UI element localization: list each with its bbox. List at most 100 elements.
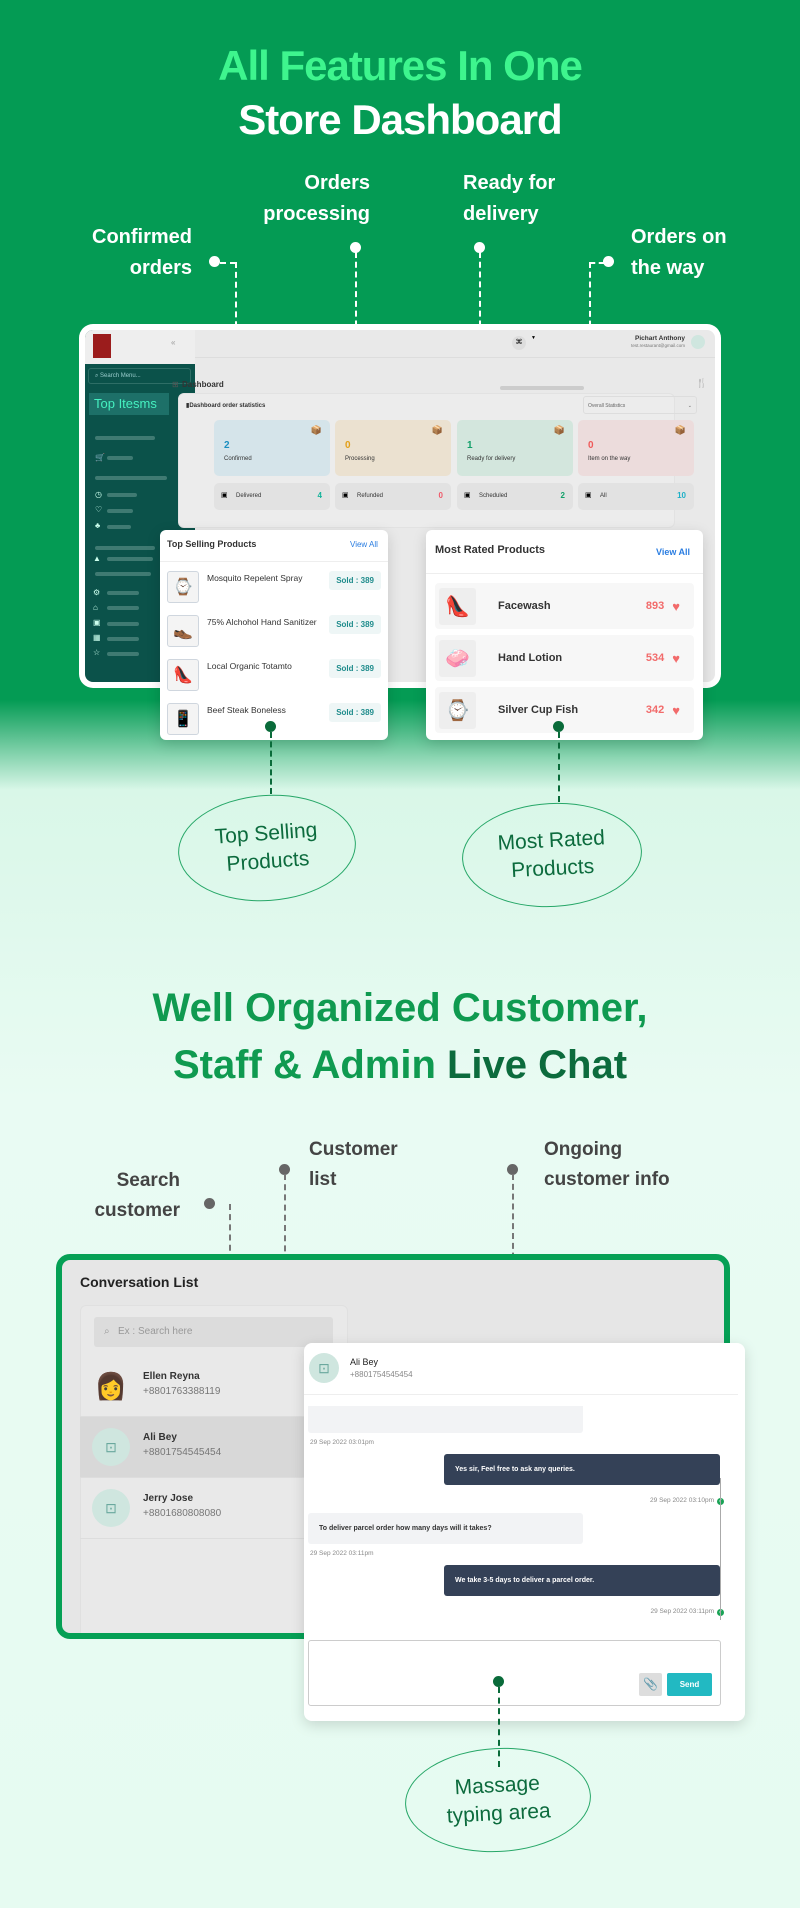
heart-icon: ♥ — [672, 650, 680, 666]
store-logo — [93, 334, 111, 358]
sidebar-item[interactable] — [107, 637, 139, 641]
stat-row[interactable]: ▣ Delivered 4 — [214, 483, 330, 510]
statistics-filter-select[interactable]: Overall Statistics ⌄ — [583, 396, 697, 414]
most-rated-item[interactable]: ⌚ Silver Cup Fish 342 ♥ — [435, 687, 694, 733]
stat-row[interactable]: ▣ All 10 — [578, 483, 694, 510]
sidebar-item[interactable] — [107, 652, 139, 656]
message-time: 29 Sep 2022 03:10pm — [650, 1497, 714, 1504]
sidebar-item[interactable] — [107, 525, 131, 529]
most-rated-title: Most Rated Products — [435, 544, 546, 556]
top-selling-item[interactable]: ⌚ Mosquito Repelent Spray Sold : 389 — [167, 571, 381, 615]
product-name: Mosquito Repelent Spray — [207, 573, 303, 583]
callout-dot — [553, 721, 564, 732]
stat-row-label: Delivered — [236, 493, 262, 499]
stat-row-icon: ▣ — [585, 492, 592, 499]
rating-count: 893 — [645, 600, 665, 612]
stat-value: 0 — [345, 440, 351, 451]
stat-row-icon: ▣ — [464, 492, 471, 499]
most-rated-item[interactable]: 👠 Facewash 893 ♥ — [435, 583, 694, 629]
contact-avatar: 👩 — [94, 1370, 128, 1401]
callout-confirmed: Confirmed orders — [92, 226, 192, 279]
stat-row-value: 4 — [317, 491, 322, 500]
page-title: Dashboard — [182, 380, 224, 389]
rating-count: 342 — [645, 704, 665, 716]
stat-row-value: 0 — [438, 491, 443, 500]
stat-card[interactable]: 0 Processing 📦 — [335, 420, 451, 476]
attachment-icon[interactable]: 📎 — [639, 1673, 662, 1696]
callout-dot — [209, 256, 220, 267]
clock-icon: ◷ — [95, 490, 102, 499]
stat-icon: 📦 — [553, 425, 565, 435]
title-part: Staff & Admin — [172, 1043, 447, 1087]
stat-card[interactable]: 0 Item on the way 📦 — [578, 420, 694, 476]
typing-area-label: Massage typing area — [402, 1743, 594, 1857]
conversation-list-title: Conversation List — [80, 1274, 199, 1290]
sidebar-item[interactable] — [107, 493, 137, 497]
top-selling-item[interactable]: 👠 Local Organic Totamto Sold : 389 — [167, 659, 381, 703]
callout-line — [590, 262, 604, 264]
calendar-icon: ▦ — [93, 633, 101, 642]
stat-row-icon: ▣ — [221, 492, 228, 499]
section2-title-line-1: Well Organized Customer, — [152, 986, 648, 1030]
top-selling-label: Top Selling Products — [174, 788, 360, 908]
most-rated-label: Most Rated Products — [459, 798, 645, 912]
collapse-sidebar-icon[interactable]: « — [171, 338, 175, 347]
stat-value: 2 — [224, 440, 230, 451]
stat-card[interactable]: 1 Ready for delivery 📦 — [457, 420, 573, 476]
phone-case-thumbnail: 📱 — [167, 703, 199, 735]
product-name: Facewash — [498, 600, 551, 612]
title-line-1: All Features In One — [218, 42, 583, 89]
sidebar-item[interactable] — [107, 606, 139, 610]
cart-icon: 🛒 — [95, 453, 105, 462]
home-icon: ⌂ — [93, 603, 98, 612]
heel-thumbnail: 👠 — [439, 587, 476, 625]
stat-row-label: All — [600, 493, 607, 499]
star-icon: ☆ — [93, 648, 101, 657]
sidebar-item[interactable] — [107, 622, 139, 626]
stat-value: 0 — [588, 440, 594, 451]
contact-name: Ali Bey — [143, 1432, 177, 1443]
stat-card[interactable]: 2 Confirmed 📦 — [214, 420, 330, 476]
stat-row[interactable]: ▣ Refunded 0 — [335, 483, 451, 510]
most-rated-view-all-link[interactable]: View All — [656, 547, 690, 557]
sold-badge: Sold : 389 — [329, 571, 381, 590]
stat-row-label: Refunded — [357, 493, 384, 499]
received-message: To deliver parcel order how many days wi… — [308, 1513, 583, 1544]
shoe-thumbnail: 👞 — [167, 615, 199, 647]
callout-dot — [493, 1676, 504, 1687]
most-rated-label-text: Most Rated Products — [497, 826, 606, 883]
stat-label: Item on the way — [588, 456, 631, 462]
stat-row[interactable]: ▣ Scheduled 2 — [457, 483, 573, 510]
user-avatar[interactable] — [691, 335, 705, 349]
top-selling-item[interactable]: 👞 75% Alchohol Hand Sanitizer Sold : 389 — [167, 615, 381, 659]
location-icon: ♡ — [95, 505, 103, 514]
section2-title-line-2: Staff & Admin Live Chat — [0, 1043, 800, 1088]
gear-icon: ⚙ — [93, 588, 101, 597]
most-rated-item[interactable]: 🧼 Hand Lotion 534 ♥ — [435, 635, 694, 681]
callout-list: Customer list — [309, 1139, 398, 1190]
sidebar-item[interactable] — [95, 436, 155, 440]
callout-dot — [603, 256, 614, 267]
soap-thumbnail: 🧼 — [439, 639, 476, 677]
user-email: test.restaurant@gmail.com — [631, 343, 685, 348]
message-area[interactable]: 29 Sep 2022 03:01pm Yes sir, Feel free to… — [308, 1406, 724, 1622]
sidebar-item[interactable] — [107, 456, 133, 460]
dashboard-icon: ⊞ — [172, 380, 179, 389]
title-line-2: Store Dashboard — [238, 96, 562, 143]
active-contact-phone: +8801754545454 — [350, 1370, 413, 1379]
language-icon[interactable]: ⌘ — [512, 336, 526, 350]
callout-search: Search customer — [94, 1170, 180, 1221]
typing-area-label-text: Massage typing area — [446, 1771, 552, 1828]
customer-search-input[interactable]: ⌕ Ex : Search here — [94, 1317, 333, 1347]
sidebar-item[interactable] — [107, 591, 139, 595]
callout-dot — [265, 721, 276, 732]
top-selling-view-all-link[interactable]: View All — [350, 540, 378, 549]
stat-label: Ready for delivery — [467, 456, 516, 462]
sidebar-item[interactable] — [107, 509, 133, 513]
sent-message: We take 3-5 days to deliver a parcel ord… — [444, 1565, 720, 1596]
send-button[interactable]: Send — [667, 1673, 712, 1696]
sidebar-item[interactable] — [107, 557, 153, 561]
message-scrollbar[interactable] — [720, 1478, 721, 1620]
user-name[interactable]: Pichart Anthony — [535, 335, 685, 342]
callout-dot — [204, 1198, 215, 1209]
